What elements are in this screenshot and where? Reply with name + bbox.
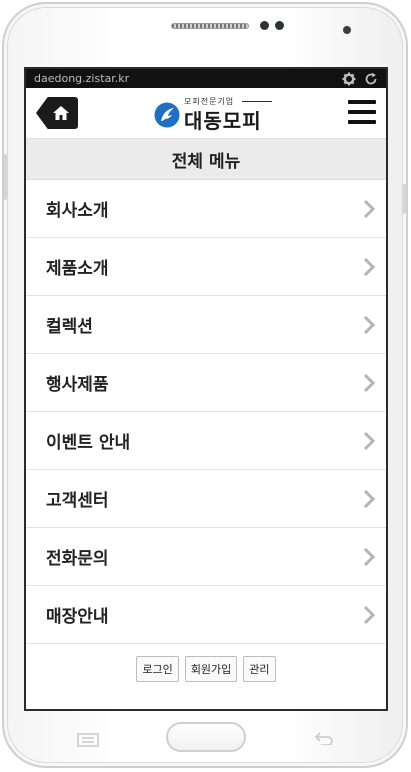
chevron-right-icon <box>363 257 376 276</box>
screen: daedong.zistar.kr 모피전문기업 대동모피 전체 메뉴 회사소개… <box>24 67 388 711</box>
back-key-icon[interactable] <box>313 731 335 745</box>
brand-logo[interactable]: 모피전문기업 대동모피 <box>154 94 273 133</box>
home-button[interactable] <box>36 97 78 129</box>
front-camera <box>343 26 351 34</box>
home-key[interactable] <box>166 722 246 752</box>
hamburger-line <box>348 120 376 124</box>
menu-item-customer-center[interactable]: 고객센터 <box>26 470 386 528</box>
menu-item-label: 고객센터 <box>46 491 109 511</box>
hamburger-line <box>348 100 376 104</box>
power-button <box>403 184 406 214</box>
footer-links: 로그인 회원가입 관리 <box>26 644 386 682</box>
menu-item-phone-inquiry[interactable]: 전화문의 <box>26 528 386 586</box>
home-icon <box>53 106 69 120</box>
refresh-icon[interactable] <box>364 72 378 86</box>
menu-item-label: 전화문의 <box>46 549 109 569</box>
menu-item-company[interactable]: 회사소개 <box>26 180 386 238</box>
menu-item-label: 이벤트 안내 <box>46 433 131 453</box>
hamburger-line <box>348 110 376 114</box>
chevron-right-icon <box>363 199 376 218</box>
menu-item-store-info[interactable]: 매장안내 <box>26 586 386 644</box>
menu-item-collection[interactable]: 컬렉션 <box>26 296 386 354</box>
menu-item-event-products[interactable]: 행사제품 <box>26 354 386 412</box>
menu-item-label: 매장안내 <box>46 607 109 627</box>
menu-key-icon[interactable] <box>77 733 99 747</box>
chevron-right-icon <box>363 547 376 566</box>
gear-icon[interactable] <box>342 72 356 86</box>
page-title-bar: 전체 메뉴 <box>26 139 386 180</box>
page-title: 전체 메뉴 <box>171 151 241 172</box>
menu-item-label: 제품소개 <box>46 259 109 279</box>
front-sensor <box>275 21 284 30</box>
menu-item-event-info[interactable]: 이벤트 안내 <box>26 412 386 470</box>
front-sensor <box>260 21 269 30</box>
signup-button[interactable]: 회원가입 <box>184 656 238 682</box>
menu-item-label: 컬렉션 <box>46 317 93 337</box>
menu-item-products[interactable]: 제품소개 <box>26 238 386 296</box>
menu-item-label: 행사제품 <box>46 375 109 395</box>
admin-button[interactable]: 관리 <box>243 656 276 682</box>
chevron-right-icon <box>363 605 376 624</box>
chevron-right-icon <box>363 489 376 508</box>
hamburger-icon[interactable] <box>348 100 376 124</box>
logo-name: 대동모피 <box>184 109 262 133</box>
menu-item-label: 회사소개 <box>46 201 109 221</box>
logo-mark-icon <box>154 102 180 128</box>
volume-button <box>4 154 7 200</box>
login-button[interactable]: 로그인 <box>136 656 179 682</box>
app-header: 모피전문기업 대동모피 <box>26 88 386 139</box>
status-bar: daedong.zistar.kr <box>26 69 386 88</box>
url-text: daedong.zistar.kr <box>34 72 130 85</box>
menu-list: 회사소개 제품소개 컬렉션 행사제품 이벤트 안내 고객센터 전화문의 매장안내 <box>26 180 386 644</box>
chevron-right-icon <box>363 373 376 392</box>
chevron-right-icon <box>363 431 376 450</box>
speaker-grille <box>171 23 249 29</box>
chevron-right-icon <box>363 315 376 334</box>
